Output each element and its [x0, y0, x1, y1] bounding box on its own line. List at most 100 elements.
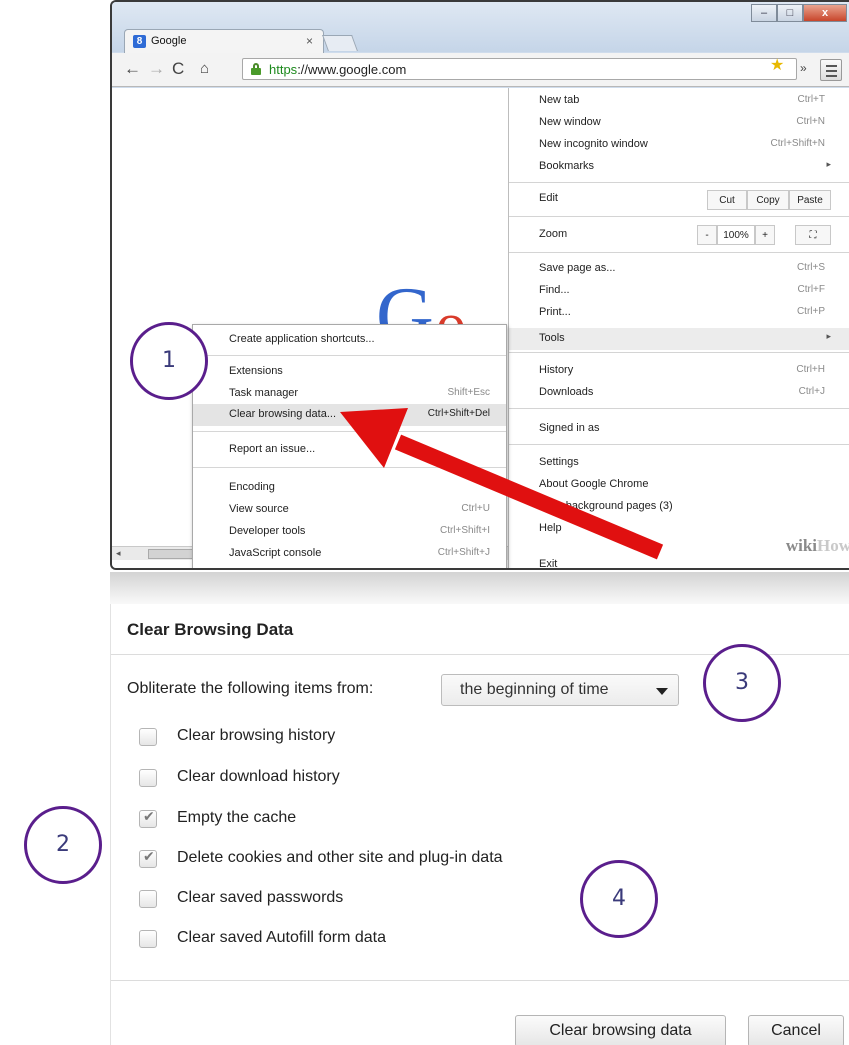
back-icon[interactable]: ←	[124, 60, 141, 78]
menu-divider	[509, 352, 849, 353]
google-favicon-icon: 8	[133, 35, 146, 48]
chevron-down-icon	[656, 688, 668, 695]
checkmark-icon: ✔	[143, 848, 155, 864]
maximize-button[interactable]: □	[777, 4, 803, 22]
fullscreen-icon[interactable]: ⛶	[795, 225, 831, 245]
tab-google[interactable]: 8 Google ×	[124, 29, 324, 53]
zoom-level: 100%	[717, 225, 755, 245]
menu-save-page[interactable]: Save page as... Ctrl+S	[509, 258, 849, 280]
menu-label: Settings	[539, 456, 579, 468]
menu-signed-in[interactable]: Signed in as	[509, 418, 849, 440]
time-range-label: Obliterate the following items from:	[127, 680, 374, 697]
time-range-value: the beginning of time	[460, 681, 609, 698]
menu-label: New tab	[539, 94, 580, 106]
home-icon[interactable]: ⌂	[200, 60, 209, 78]
close-window-button[interactable]: x	[803, 4, 847, 22]
menu-label: View background pages (3)	[539, 500, 673, 512]
shortcut: Ctrl+H	[796, 364, 825, 375]
menu-label: New incognito window	[539, 138, 648, 150]
menu-label: Extensions	[229, 365, 283, 377]
minimize-button[interactable]: –	[751, 4, 777, 22]
menu-tools[interactable]: Tools ▸	[509, 328, 849, 350]
shortcut: Ctrl+Shift+J	[437, 547, 490, 558]
menu-label: Encoding	[229, 481, 275, 493]
shortcut: Ctrl+S	[796, 262, 825, 273]
option-label: Clear saved Autofill form data	[177, 929, 386, 946]
menu-label: Help	[539, 522, 562, 534]
address-bar[interactable]: https://www.google.com	[242, 58, 797, 80]
checkbox[interactable]	[139, 930, 157, 948]
menu-label: Exit	[539, 558, 558, 570]
menu-divider	[193, 355, 506, 356]
option-label: Clear download history	[177, 768, 340, 785]
browser-window: 8 Google × – □ x ← → C ⌂ https://www.goo…	[110, 0, 849, 570]
scroll-left-icon[interactable]: ◂	[116, 548, 121, 559]
menu-new-tab[interactable]: New tab Ctrl+T	[509, 90, 849, 112]
time-range-select[interactable]: the beginning of time	[441, 674, 679, 706]
bookmark-star-icon[interactable]: ★	[770, 55, 784, 75]
option-label: Delete cookies and other site and plug-i…	[177, 849, 503, 866]
checkbox[interactable]	[139, 728, 157, 746]
menu-about[interactable]: About Google Chrome	[509, 474, 849, 496]
reload-icon[interactable]: C	[172, 60, 184, 78]
menu-label: About Google Chrome	[539, 478, 649, 490]
menu-javascript-console[interactable]: JavaScript console Ctrl+Shift+J	[193, 543, 506, 565]
shortcut: Ctrl+N	[796, 116, 825, 127]
checkbox[interactable]: ✔	[139, 848, 157, 868]
menu-background-pages[interactable]: View background pages (3)	[509, 496, 849, 518]
shortcut: Ctrl+Shift+I	[439, 525, 490, 536]
menu-create-shortcuts[interactable]: Create application shortcuts...	[193, 329, 506, 351]
menu-divider	[509, 182, 849, 183]
menu-label: JavaScript console	[229, 547, 322, 559]
clear-browsing-data-button[interactable]: Clear browsing data	[515, 1015, 726, 1045]
menu-exit[interactable]: Exit	[509, 554, 849, 570]
menu-history[interactable]: History Ctrl+H	[509, 360, 849, 382]
zoom-out-button[interactable]: -	[697, 225, 717, 245]
menu-incognito[interactable]: New incognito window Ctrl+Shift+N	[509, 134, 849, 156]
menu-report-issue[interactable]: Report an issue...	[193, 439, 506, 461]
menu-settings[interactable]: Settings	[509, 452, 849, 474]
new-tab-button[interactable]	[322, 35, 358, 51]
menu-extensions[interactable]: Extensions	[193, 361, 506, 383]
copy-button[interactable]: Copy	[747, 190, 789, 210]
menu-clear-browsing-data[interactable]: Clear browsing data... Ctrl+Shift+Del	[193, 404, 506, 426]
shortcut: Ctrl+T	[797, 94, 826, 105]
extensions-overflow-icon[interactable]: »	[800, 61, 807, 75]
menu-label: View source	[229, 503, 289, 515]
tools-submenu: Create application shortcuts... Extensio…	[192, 324, 507, 568]
window-controls: – □ x	[751, 4, 847, 22]
menu-divider	[509, 444, 849, 445]
menu-task-manager[interactable]: Task manager Shift+Esc	[193, 383, 506, 405]
menu-find[interactable]: Find... Ctrl+F	[509, 280, 849, 302]
menu-label: Signed in as	[539, 422, 600, 434]
option-label: Empty the cache	[177, 809, 297, 826]
menu-developer-tools[interactable]: Developer tools Ctrl+Shift+I	[193, 521, 506, 543]
checkbox[interactable]	[139, 890, 157, 908]
cancel-button[interactable]: Cancel	[748, 1015, 844, 1045]
zoom-in-button[interactable]: +	[755, 225, 775, 245]
menu-label: Find...	[539, 284, 570, 296]
wikihow-watermark: wikiHow	[786, 536, 849, 556]
option-label: Clear browsing history	[177, 727, 336, 744]
menu-view-source[interactable]: View source Ctrl+U	[193, 499, 506, 521]
paste-button[interactable]: Paste	[789, 190, 831, 210]
forward-icon[interactable]: →	[148, 60, 165, 78]
menu-bookmarks[interactable]: Bookmarks ▸	[509, 156, 849, 178]
menu-downloads[interactable]: Downloads Ctrl+J	[509, 382, 849, 404]
checkbox[interactable]	[139, 769, 157, 787]
cut-button[interactable]: Cut	[707, 190, 747, 210]
menu-label: Tools	[539, 332, 565, 344]
step-callout-1: 1	[130, 322, 208, 400]
step-callout-4: 4	[580, 860, 658, 938]
menu-print[interactable]: Print... Ctrl+P	[509, 302, 849, 324]
menu-encoding[interactable]: Encoding	[193, 477, 506, 499]
checkbox[interactable]: ✔	[139, 808, 157, 828]
menu-label: Print...	[539, 306, 571, 318]
menu-label: Clear browsing data...	[229, 408, 336, 420]
shortcut: Ctrl+Shift+Del	[427, 408, 490, 419]
menu-new-window[interactable]: New window Ctrl+N	[509, 112, 849, 134]
chrome-menu-button[interactable]	[820, 59, 842, 81]
chrome-main-menu: New tab Ctrl+T New window Ctrl+N New incog…	[508, 88, 849, 570]
tab-close-icon[interactable]: ×	[306, 34, 313, 48]
submenu-arrow-icon: ▸	[826, 331, 831, 341]
